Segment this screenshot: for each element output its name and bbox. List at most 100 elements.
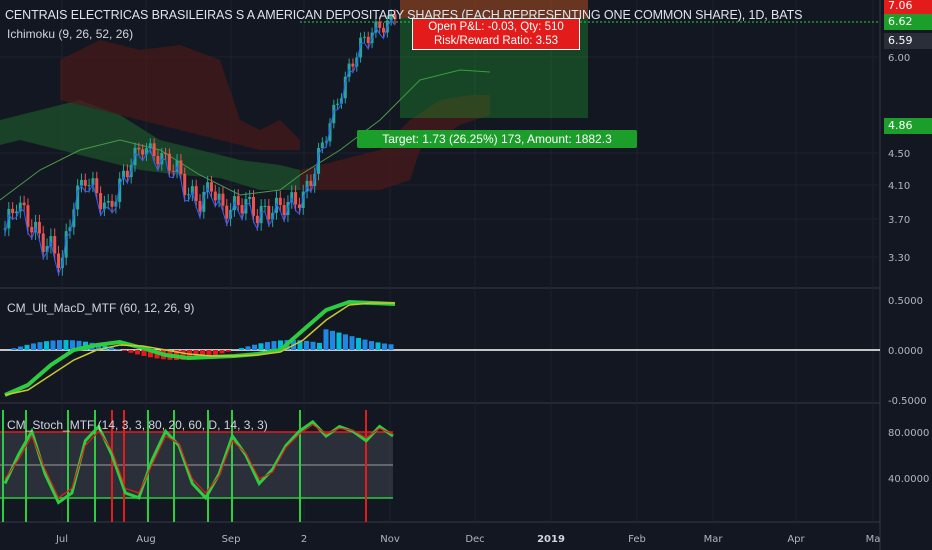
- candle-body: [106, 200, 110, 203]
- candle-body: [167, 153, 171, 171]
- candle-body: [152, 143, 156, 157]
- candle-body: [141, 149, 145, 155]
- candle-body: [41, 233, 45, 253]
- candle-body: [255, 215, 259, 224]
- candle-body: [282, 205, 286, 216]
- chart-title: CENTRAIS ELECTRICAS BRASILEIRAS S A AMER…: [5, 8, 803, 22]
- price-tick-label: 4.10: [888, 181, 910, 192]
- macd-histogram-bar: [265, 342, 270, 350]
- macd-label: CM_Ult_MacD_MTF (60, 12, 26, 9): [7, 301, 195, 315]
- time-tick-label: Jul: [55, 534, 68, 545]
- candle-body: [148, 143, 152, 149]
- candle-body: [252, 196, 256, 216]
- macd-histogram-bar: [226, 350, 231, 352]
- candle-body: [125, 170, 129, 178]
- macd-histogram-bar: [362, 339, 368, 350]
- time-tick-label: 2: [301, 534, 307, 545]
- time-tick-label: Sep: [222, 534, 241, 545]
- macd-histogram-bar: [135, 350, 140, 355]
- candle-body: [110, 200, 114, 207]
- time-tick-label: Nov: [380, 534, 400, 545]
- candle-body: [362, 36, 366, 38]
- candle-body: [171, 170, 175, 172]
- candle-body: [37, 221, 41, 234]
- macd-histogram-bar: [37, 342, 43, 350]
- macd-histogram-bar: [219, 350, 225, 354]
- time-tick-label: Apr: [787, 534, 805, 545]
- macd-histogram-bar: [375, 342, 381, 350]
- candle-body: [278, 197, 282, 206]
- candle-body: [378, 21, 382, 28]
- macd-histogram-bar: [310, 341, 316, 350]
- candle-body: [336, 103, 340, 105]
- candle-body: [213, 191, 217, 201]
- time-tick-label: Mar: [704, 534, 724, 545]
- candle-body: [351, 63, 355, 67]
- macd-histogram-bar: [115, 349, 121, 350]
- macd-histogram-bar: [252, 344, 257, 350]
- stoch-label: CM_Stoch_MTF (14, 3, 3, 80, 20, 60, D, 1…: [7, 418, 268, 432]
- candle-body: [320, 142, 324, 149]
- macd-histogram-bar: [122, 350, 127, 351]
- risk-reward-text: Risk/Reward Ratio: 3.53: [434, 35, 558, 47]
- macd-histogram-bar: [382, 343, 387, 350]
- macd-histogram-bar: [50, 340, 56, 350]
- time-tick-label: 2019: [537, 534, 565, 545]
- candle-body: [79, 179, 83, 186]
- candle-body: [183, 173, 187, 195]
- candle-body: [248, 196, 252, 200]
- candle-body: [57, 253, 61, 269]
- macd-histogram-bar: [11, 348, 17, 350]
- macd-histogram-bar: [343, 334, 348, 350]
- macd-histogram-bar: [369, 341, 374, 350]
- macd-histogram-bar: [239, 348, 244, 350]
- target-label[interactable]: Target: 1.73 (26.25%) 173, Amount: 1882.…: [357, 130, 637, 148]
- macd-histogram-bar: [128, 350, 134, 353]
- macd-tick-label: 0.0000: [888, 346, 923, 357]
- candle-body: [156, 156, 160, 165]
- macd-histogram-bar: [271, 341, 277, 350]
- candle-body: [209, 182, 213, 192]
- stoch-tick-label: 80.0000: [888, 428, 929, 439]
- macd-histogram-bar: [304, 340, 309, 350]
- candle-body: [240, 205, 244, 214]
- macd-histogram-bar: [356, 337, 361, 350]
- macd-histogram-bar: [336, 332, 342, 350]
- candle-body: [366, 36, 370, 44]
- last-price-tag: 6.59: [884, 33, 932, 49]
- macd-tick-label: -0.5000: [888, 396, 927, 407]
- macd-histogram-bar: [330, 330, 335, 350]
- stop-price-tag: 7.06: [884, 0, 932, 14]
- candle-body: [137, 147, 141, 150]
- candle-body: [26, 205, 30, 227]
- macd-tick-label: 0.5000: [888, 296, 923, 307]
- macd-histogram-bar: [63, 340, 69, 350]
- ichimoku-label: Ichimoku (9, 26, 52, 26): [7, 27, 134, 41]
- macd-histogram-bar: [323, 329, 329, 350]
- candle-body: [53, 236, 57, 254]
- candle-body: [221, 193, 225, 206]
- candle-body: [30, 226, 34, 233]
- candle-body: [164, 153, 168, 155]
- chart-canvas[interactable]: 6.00 4.50 4.10 3.70 3.30 Jul Aug Sep 2 Nov Dec 2019…: [0, 0, 932, 550]
- candle-body: [194, 186, 198, 201]
- open-pnl-box[interactable]: Open P&L: -0.03, Qty: 510 Risk/Reward Ra…: [412, 18, 580, 50]
- macd-histogram-bar: [317, 342, 322, 350]
- price-tick-label: 6.00: [888, 53, 910, 64]
- macd-histogram-bar: [57, 340, 62, 350]
- price-tick-label: 3.30: [888, 253, 910, 264]
- candle-body: [225, 205, 229, 219]
- candle-body: [95, 178, 99, 194]
- candle-body: [83, 179, 87, 186]
- candle-body: [263, 205, 267, 207]
- candle-body: [382, 27, 386, 33]
- candle-body: [22, 202, 26, 206]
- price-tick-label: 3.70: [888, 215, 910, 226]
- candle-body: [87, 185, 91, 187]
- macd-histogram-bar: [349, 336, 355, 350]
- candle-body: [294, 192, 298, 205]
- macd-histogram-bar: [18, 346, 23, 350]
- macd-histogram-bar: [258, 343, 264, 350]
- macd-histogram-bar: [24, 344, 30, 350]
- time-tick-label: Aug: [136, 534, 156, 545]
